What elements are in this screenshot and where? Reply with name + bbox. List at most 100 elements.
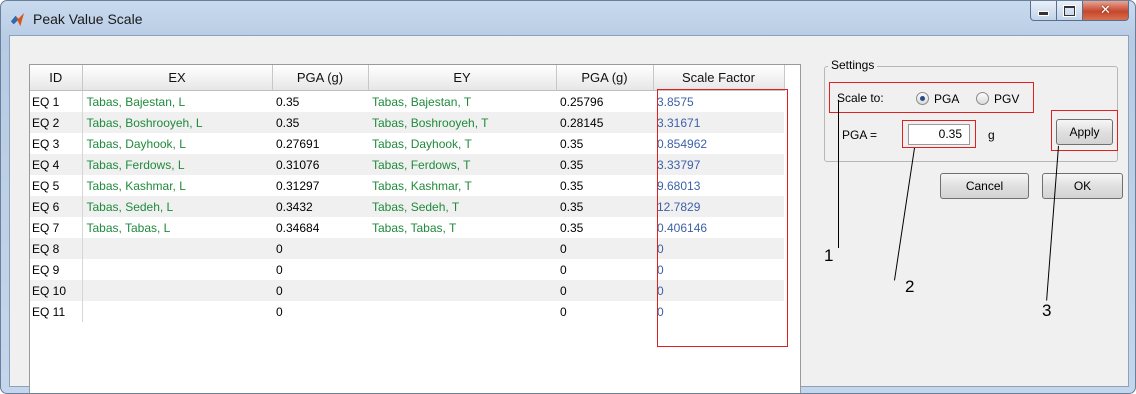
cell-id[interactable]: EQ 6 [30, 196, 83, 217]
cell-pga-y[interactable]: 0.35 [556, 217, 653, 238]
earthquake-table[interactable]: ID EX PGA (g) EY PGA (g) Scale Factor EQ… [29, 64, 801, 393]
cell-ex[interactable]: Tabas, Ferdows, L [82, 154, 272, 175]
cell-pga-x[interactable]: 0.35 [272, 90, 368, 112]
cell-id[interactable]: EQ 10 [30, 280, 83, 301]
table-row[interactable]: EQ 7 Tabas, Tabas, L 0.34684 Tabas, Tabas, … [30, 217, 784, 238]
cell-scale-factor[interactable]: 0 [653, 238, 784, 259]
cell-ex[interactable]: Tabas, Tabas, L [82, 217, 272, 238]
cell-pga-x[interactable]: 0.31297 [272, 175, 368, 196]
cell-ey[interactable] [368, 259, 556, 280]
column-header-id[interactable]: ID [30, 65, 83, 91]
cell-pga-x[interactable]: 0 [272, 280, 368, 301]
cell-pga-x[interactable]: 0.3432 [272, 196, 368, 217]
cell-ex[interactable]: Tabas, Boshrooyeh, L [82, 112, 272, 133]
cell-ey[interactable] [368, 238, 556, 259]
table-row[interactable]: EQ 2 Tabas, Boshrooyeh, L 0.35 Tabas, Boshr… [30, 112, 784, 133]
cell-pga-y[interactable]: 0.35 [556, 133, 653, 154]
radio-pgv[interactable] [976, 92, 989, 105]
cell-ex[interactable]: Tabas, Kashmar, L [82, 175, 272, 196]
cell-pga-y[interactable]: 0.28145 [556, 112, 653, 133]
cell-id[interactable]: EQ 9 [30, 259, 83, 280]
cancel-button[interactable]: Cancel [940, 173, 1029, 199]
cell-ex[interactable]: Tabas, Dayhook, L [82, 133, 272, 154]
cell-ey[interactable]: Tabas, Sedeh, T [368, 196, 556, 217]
table-row[interactable]: EQ 8000 [30, 238, 784, 259]
column-header-pga-x[interactable]: PGA (g) [272, 65, 369, 91]
table-row[interactable]: EQ 5 Tabas, Kashmar, L 0.31297 Tabas, Kashm… [30, 175, 784, 196]
cell-ex[interactable] [82, 238, 272, 259]
cell-scale-factor[interactable]: 0 [653, 280, 784, 301]
table-row[interactable]: EQ 4 Tabas, Ferdows, L 0.31076 Tabas, Ferdo… [30, 154, 784, 175]
cell-id[interactable]: EQ 4 [30, 154, 83, 175]
cell-ey[interactable]: Tabas, Tabas, T [368, 217, 556, 238]
table-row[interactable]: EQ 1 Tabas, Bajestan, L 0.35 Tabas, Bajesta… [30, 90, 784, 112]
cell-ex[interactable] [82, 259, 272, 280]
cell-ey[interactable]: Tabas, Boshrooyeh, T [368, 112, 556, 133]
cell-pga-x[interactable]: 0.34684 [272, 217, 368, 238]
radio-pgv-label[interactable]: PGV [994, 92, 1019, 106]
cell-ey[interactable]: Tabas, Kashmar, T [368, 175, 556, 196]
matlab-icon [10, 12, 25, 27]
cell-id[interactable]: EQ 1 [30, 90, 83, 112]
cell-ex[interactable] [82, 301, 272, 322]
cell-pga-y[interactable]: 0 [556, 301, 653, 322]
cell-scale-factor[interactable]: 9.68013 [653, 175, 784, 196]
cell-pga-x[interactable]: 0.31076 [272, 154, 368, 175]
settings-group [824, 66, 1118, 162]
table-row[interactable]: EQ 6 Tabas, Sedeh, L 0.3432 Tabas, Sedeh, T… [30, 196, 784, 217]
cell-pga-y[interactable]: 0.35 [556, 196, 653, 217]
callout-line-1 [838, 100, 839, 248]
table-row[interactable]: EQ 9000 [30, 259, 784, 280]
cell-id[interactable]: EQ 5 [30, 175, 83, 196]
cell-scale-factor[interactable]: 3.31671 [653, 112, 784, 133]
table-row[interactable]: EQ 10 0 0 0 [30, 280, 784, 301]
column-header-scale-factor[interactable]: Scale Factor [653, 65, 785, 91]
cell-pga-x[interactable]: 0.35 [272, 112, 368, 133]
cell-ey[interactable]: Tabas, Ferdows, T [368, 154, 556, 175]
cell-id[interactable]: EQ 7 [30, 217, 83, 238]
cell-scale-factor[interactable]: 3.8575 [653, 90, 784, 112]
cell-pga-y[interactable]: 0.35 [556, 175, 653, 196]
cell-pga-y[interactable]: 0 [556, 238, 653, 259]
column-header-pga-y[interactable]: PGA (g) [556, 65, 654, 91]
apply-button[interactable]: Apply [1056, 119, 1113, 145]
column-header-ex[interactable]: EX [82, 65, 273, 91]
pga-value-label: PGA = [842, 128, 878, 142]
cell-pga-x[interactable]: 0 [272, 238, 368, 259]
cell-scale-factor[interactable]: 12.7829 [653, 196, 784, 217]
cell-id[interactable]: EQ 11 [30, 301, 83, 322]
cell-scale-factor[interactable]: 0.406146 [653, 217, 784, 238]
cell-id[interactable]: EQ 2 [30, 112, 83, 133]
cell-pga-x[interactable]: 0.27691 [272, 133, 368, 154]
radio-pga[interactable] [916, 92, 929, 105]
cell-scale-factor[interactable]: 0 [653, 301, 784, 322]
table-row[interactable]: EQ 3 Tabas, Dayhook, L 0.27691 Tabas, Dayho… [30, 133, 784, 154]
cell-pga-x[interactable]: 0 [272, 259, 368, 280]
cell-scale-factor[interactable]: 0 [653, 259, 784, 280]
column-header-ey[interactable]: EY [368, 65, 557, 91]
cell-id[interactable]: EQ 8 [30, 238, 83, 259]
cell-pga-y[interactable]: 0.25796 [556, 90, 653, 112]
cell-pga-x[interactable]: 0 [272, 301, 368, 322]
cell-ey[interactable] [368, 280, 556, 301]
minimize-button[interactable] [1030, 1, 1057, 21]
cell-ex[interactable] [82, 280, 272, 301]
callout-line-2 [893, 147, 915, 281]
cell-scale-factor[interactable]: 3.33797 [653, 154, 784, 175]
cell-pga-y[interactable]: 0.35 [556, 154, 653, 175]
cell-ex[interactable]: Tabas, Bajestan, L [82, 90, 272, 112]
close-button[interactable]: ✕ [1083, 1, 1129, 21]
pga-value-input[interactable]: 0.35 [908, 124, 970, 145]
cell-ey[interactable]: Tabas, Dayhook, T [368, 133, 556, 154]
maximize-button[interactable] [1057, 1, 1083, 21]
table-row[interactable]: EQ 11 0 0 0 [30, 301, 784, 322]
cell-ey[interactable] [368, 301, 556, 322]
radio-pga-label[interactable]: PGA [934, 92, 959, 106]
title-bar[interactable]: Peak Value Scale ✕ [1, 1, 1135, 35]
cell-ey[interactable]: Tabas, Bajestan, T [368, 90, 556, 112]
cell-pga-y[interactable]: 0 [556, 280, 653, 301]
cell-pga-y[interactable]: 0 [556, 259, 653, 280]
cell-ex[interactable]: Tabas, Sedeh, L [82, 196, 272, 217]
cell-id[interactable]: EQ 3 [30, 133, 83, 154]
cell-scale-factor[interactable]: 0.854962 [653, 133, 784, 154]
